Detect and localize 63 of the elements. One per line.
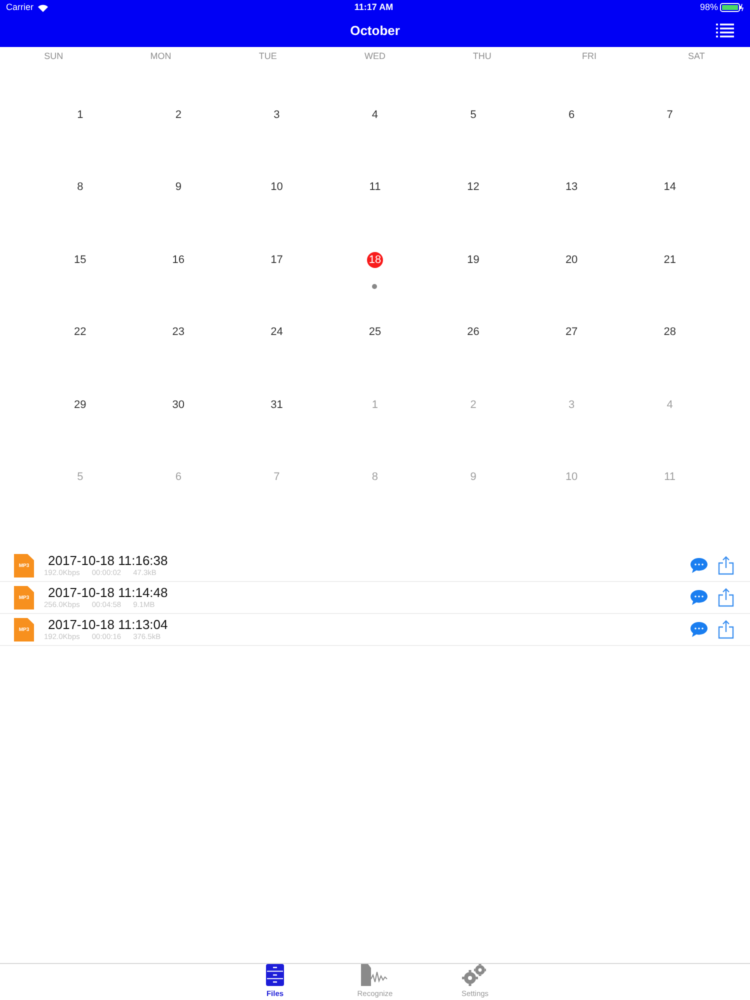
calendar-day[interactable]: 28 [662,324,678,340]
calendar-day[interactable]: 23 [170,324,186,340]
calendar-day[interactable]: 29 [72,397,88,413]
list-menu-button[interactable] [716,23,734,38]
calendar-day[interactable]: 9 [170,180,186,196]
calendar-day[interactable]: 27 [564,324,580,340]
calendar-day[interactable]: 25 [366,324,383,340]
share-icon [718,620,734,639]
calendar-day[interactable]: 10 [268,180,285,196]
weekday-label: FRI [581,50,598,64]
recording-title: 2017-10-18 11:14:48 [47,586,168,600]
calendar-day[interactable]: 16 [170,252,186,268]
message-button[interactable] [690,621,708,638]
carrier-label: Carrier [6,0,34,14]
calendar-day[interactable]: 3 [268,107,285,123]
weekday-label: WED [363,50,386,64]
battery-icon [720,3,744,12]
calendar-day[interactable]: 1 [72,107,88,123]
calendar-day[interactable]: 13 [564,180,580,196]
calendar-day[interactable]: 15 [72,252,88,268]
share-icon [718,588,734,607]
weekday-label: TUE [258,50,278,64]
calendar-day[interactable]: 11 [366,180,383,196]
status-time: 11:17 AM [354,0,394,14]
calendar-day[interactable]: 7 [662,107,678,123]
calendar-day[interactable]: 12 [465,180,482,196]
message-button[interactable] [690,557,708,574]
weekday-label: SAT [687,50,706,64]
recording-title: 2017-10-18 11:16:38 [47,554,168,568]
calendar-day[interactable]: 14 [662,180,678,196]
battery-percent: 98% [700,0,718,14]
calendar-day[interactable]: 19 [465,252,482,268]
weekday-label: THU [472,50,492,64]
calendar-day[interactable]: 4 [366,107,383,123]
wifi-icon [38,4,48,12]
calendar-day[interactable]: 5 [465,107,482,123]
gears-icon [462,964,488,986]
message-button[interactable] [690,589,708,606]
weekday-label: SUN [43,50,64,64]
calendar-day[interactable]: 6 [564,107,580,123]
share-button[interactable] [718,620,734,639]
share-button[interactable] [718,556,734,575]
calendar-day[interactable]: 2 [170,107,186,123]
calendar-day[interactable]: 26 [465,324,482,340]
drawer-icon [266,964,284,986]
share-button[interactable] [718,588,734,607]
calendar-day[interactable]: 30 [170,397,186,413]
share-icon [718,556,734,575]
chat-bubble-icon [690,621,708,638]
weekday-label: MON [149,50,172,64]
calendar-day[interactable]: 20 [564,252,580,268]
chat-bubble-icon [690,589,708,606]
calendar-day[interactable]: 22 [72,324,88,340]
calendar-day[interactable]: 17 [268,252,285,268]
calendar-day[interactable]: 21 [662,252,678,268]
recording-title: 2017-10-18 11:13:04 [47,618,168,632]
list-icon [716,23,734,38]
calendar-day[interactable]: 24 [268,324,285,340]
calendar-day[interactable]: 8 [72,180,88,196]
chat-bubble-icon [690,557,708,574]
nav-title: October [350,22,400,40]
calendar-day[interactable]: 31 [268,397,285,413]
calendar-day[interactable]: 18 [366,252,383,268]
